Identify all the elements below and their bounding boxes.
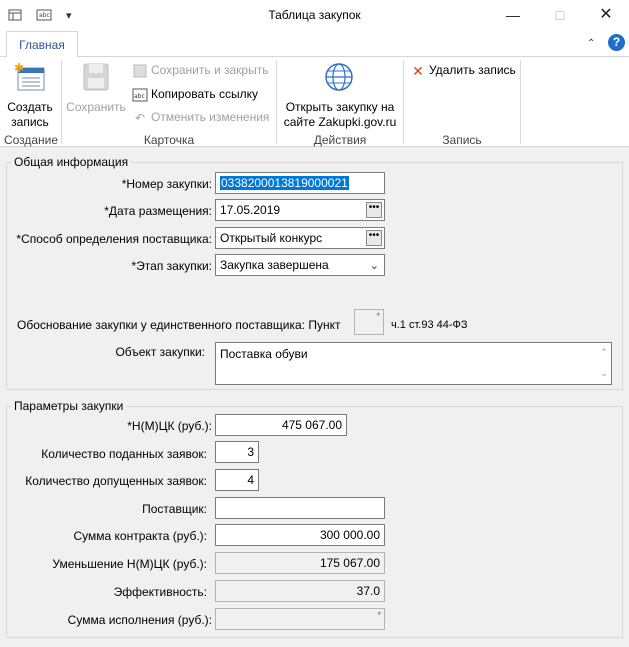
open-zakupki-label: Открыть закупку на сайте Zakupki.gov.ru [283, 100, 397, 129]
ribbon-separator [276, 60, 277, 144]
submitted-label: Количество поданных заявок: [41, 447, 207, 461]
stage-label: *Этап закупки: [131, 259, 212, 273]
help-icon[interactable]: ? [608, 34, 625, 51]
copy-link-label: Копировать ссылку [151, 87, 258, 101]
close-icon: ✕ [599, 6, 613, 23]
stage-value: Закупка завершена [220, 258, 329, 272]
reduction-value: 175 067.00 [319, 556, 380, 570]
object-textarea[interactable]: Поставка обуви ⌃ ⌄ [215, 342, 612, 385]
nmck-label: *Н(М)ЦК (руб.): [127, 419, 212, 433]
ribbon-separator [403, 60, 404, 144]
efficiency-value: 37.0 [356, 584, 380, 598]
submitted-input[interactable]: 3 [215, 441, 259, 463]
save-button[interactable]: Сохранить [64, 62, 128, 130]
group-actions-label: Действия [313, 133, 367, 147]
create-record-button[interactable]: ✱ Создать запись [4, 61, 56, 130]
minimize-button[interactable]: — [493, 4, 533, 26]
tab-home[interactable]: Главная [6, 31, 78, 58]
group-card-label: Карточка [143, 133, 195, 147]
contract-sum-label: Сумма контракта (руб.): [73, 529, 207, 543]
ribbon-separator [61, 60, 62, 144]
group-record-label: Запись [442, 133, 482, 147]
required-asterisk-icon: * [376, 311, 380, 321]
delete-record-label: Удалить запись [429, 63, 516, 77]
globe-icon [324, 62, 354, 95]
admitted-value: 4 [247, 473, 254, 487]
scroll-down-icon[interactable]: ⌄ [600, 364, 608, 382]
chevron-down-icon: ⌄ [369, 260, 379, 272]
purchase-number-input[interactable]: 0338200013819000021 [215, 172, 385, 194]
general-info-title: Общая информация [11, 155, 132, 169]
delete-x-icon: ✕ [412, 62, 424, 79]
reduction-label: Уменьшение Н(М)ЦК (руб.): [52, 557, 207, 571]
scroll-up-icon[interactable]: ⌃ [600, 343, 608, 361]
object-label: Объект закупки: [115, 345, 205, 359]
contract-sum-input[interactable]: 300 000.00 [215, 524, 385, 546]
admitted-input[interactable]: 4 [215, 469, 259, 491]
minimize-icon: — [506, 7, 520, 23]
save-icon [82, 62, 110, 95]
supplier-method-label: *Способ определения поставщика: [16, 232, 212, 246]
cancel-changes-label: Отменить изменения [151, 110, 270, 124]
publish-date-value: 17.05.2019 [220, 203, 281, 217]
publish-date-input[interactable]: 17.05.2019 ••• [215, 199, 385, 221]
object-scrollbar[interactable]: ⌃ ⌄ [597, 343, 611, 384]
execution-sum-input[interactable]: * [215, 608, 385, 630]
cancel-changes-button[interactable]: ↶ Отменить изменения [132, 108, 269, 126]
svg-text:abc: abc [134, 93, 145, 100]
nmck-input[interactable]: 475 067.00 [215, 414, 347, 436]
create-record-icon: ✱ [14, 61, 46, 95]
save-close-button[interactable]: Сохранить и закрыть [132, 61, 268, 79]
single-supplier-label: Обоснование закупки у единственного пост… [17, 318, 341, 332]
execution-sum-label: Сумма исполнения (руб.): [67, 613, 212, 627]
maximize-button[interactable]: □ [540, 4, 580, 26]
undo-icon: ↶ [134, 110, 146, 125]
delete-record-button[interactable]: ✕ Удалить запись [410, 61, 516, 79]
copy-link-icon: abc [132, 87, 148, 103]
params-title: Параметры закупки [11, 399, 127, 413]
publish-date-label: *Дата размещения: [104, 204, 212, 218]
nmck-value: 475 067.00 [281, 418, 342, 432]
create-record-label: Создать запись [7, 100, 53, 129]
svg-text:✱: ✱ [14, 62, 24, 75]
supplier-method-input[interactable]: Открытый конкурс ••• [215, 227, 385, 249]
ribbon-separator [520, 60, 521, 144]
purchase-number-value: 0338200013819000021 [220, 176, 349, 190]
collapse-ribbon-icon[interactable]: ⌃ [587, 38, 595, 49]
submitted-value: 3 [247, 445, 254, 459]
supplier-method-picker-button[interactable]: ••• [366, 230, 382, 246]
close-button[interactable]: ✕ [586, 4, 626, 26]
single-supplier-suffix: ч.1 ст.93 44-ФЗ [391, 319, 468, 331]
required-asterisk-icon: * [377, 610, 381, 620]
reduction-input: 175 067.00 [215, 552, 385, 574]
ribbon-tab-bar [0, 30, 629, 57]
params-group [6, 406, 623, 638]
supplier-input[interactable] [215, 497, 385, 519]
open-zakupki-button[interactable]: Открыть закупку на сайте Zakupki.gov.ru [280, 62, 400, 130]
maximize-icon: □ [555, 7, 565, 23]
supplier-label: Поставщик: [142, 502, 207, 516]
efficiency-input: 37.0 [215, 580, 385, 602]
supplier-method-value: Открытый конкурс [220, 231, 323, 245]
purchase-number-label: *Номер закупки: [121, 177, 212, 191]
save-close-icon [132, 63, 148, 79]
save-close-label: Сохранить и закрыть [151, 63, 269, 77]
admitted-label: Количество допущенных заявок: [25, 474, 207, 488]
copy-link-button[interactable]: abc Копировать ссылку [132, 85, 258, 103]
stage-select[interactable]: Закупка завершена ⌄ [215, 254, 385, 276]
efficiency-label: Эффективность: [113, 585, 207, 599]
save-label: Сохранить [66, 100, 126, 114]
contract-sum-value: 300 000.00 [319, 528, 380, 542]
window-title: Таблица закупок [268, 8, 361, 22]
single-supplier-point-input[interactable]: * [354, 309, 384, 335]
group-create-label: Создание [3, 133, 59, 147]
date-picker-button[interactable]: ••• [366, 202, 382, 218]
object-value: Поставка обуви [220, 347, 308, 361]
